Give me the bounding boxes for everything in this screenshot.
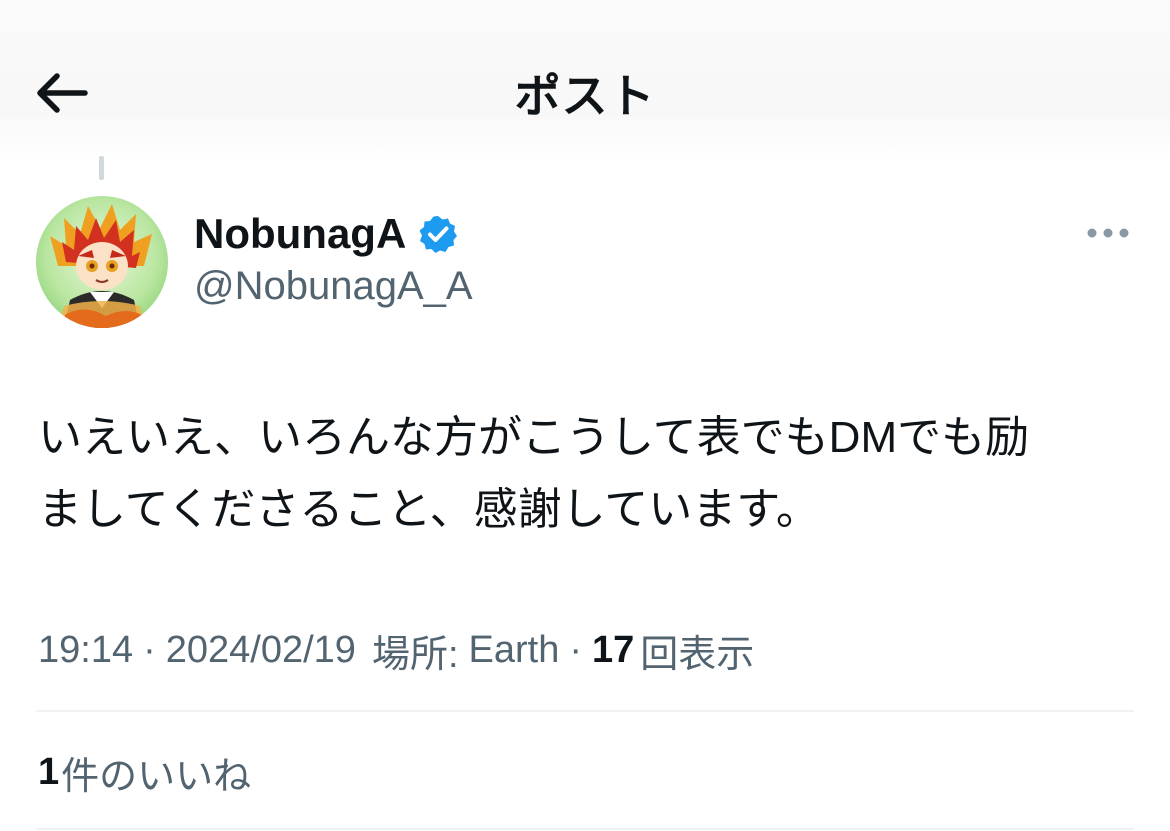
location-value: Earth — [468, 628, 560, 671]
author-handle[interactable]: @NobunagA_A — [194, 264, 473, 309]
views-count: 17 — [591, 628, 635, 671]
location-label: 場所: — [371, 633, 459, 676]
tweet-date[interactable]: 2024/02/19 — [166, 629, 356, 672]
more-dots-icon — [1087, 228, 1129, 238]
likes-link[interactable]: 1 件のいいね — [38, 744, 251, 800]
tweet-text: いえいえ、いろんな方がこうして表でもDMでも励 ましてくださること、感謝していま… — [38, 413, 1030, 534]
likes-label: 件のいいね — [61, 755, 252, 798]
views-label: 回表示 — [640, 633, 755, 676]
post-page: ポスト NobunagA @NobunagA_A いえいえ、いろんな方がこうして… — [0, 0, 1170, 831]
author-name-row: NobunagA — [194, 206, 458, 262]
anime-character-avatar — [36, 196, 168, 328]
more-options-button[interactable] — [1080, 212, 1136, 254]
thread-connector-line — [99, 156, 104, 180]
meta-separator: · — [143, 628, 156, 671]
likes-count: 1 — [38, 750, 60, 793]
meta-separator: · — [569, 628, 582, 671]
tweet-time[interactable]: 19:14 — [38, 629, 133, 672]
tweet-meta: 19:14 · 2024/02/19 場所: Earth · 17 回表示 — [38, 622, 754, 678]
verified-badge-icon — [419, 216, 458, 253]
avatar[interactable] — [36, 196, 168, 328]
author-display-name[interactable]: NobunagA — [194, 210, 406, 258]
page-title: ポスト — [514, 70, 656, 122]
divider — [36, 710, 1134, 712]
divider — [36, 828, 1134, 830]
header-bar: ポスト — [0, 0, 1170, 160]
